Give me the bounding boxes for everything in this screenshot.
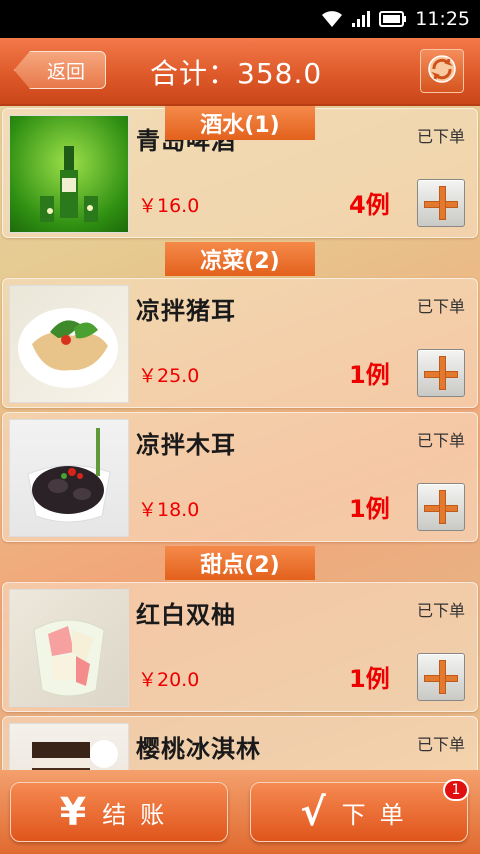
ordered-status: 已下单 [416, 431, 465, 450]
ordered-status: 已下单 [416, 601, 465, 620]
item-quantity: 1例 [349, 495, 390, 523]
checkout-button[interactable]: ¥ 结账 [10, 782, 228, 842]
list-item[interactable]: 红白双柚 已下单 ￥20.0 1例 [2, 582, 478, 712]
item-price: ￥25.0 [138, 365, 200, 387]
bottom-action-bar: ¥ 结账 √ 下单 1 [0, 770, 480, 854]
battery-icon [379, 10, 407, 28]
ordered-status: 已下单 [416, 735, 465, 754]
item-name: 樱桃冰淇林 [136, 735, 261, 763]
category-header-drinks: 酒水(1) [165, 106, 315, 140]
add-quantity-button[interactable] [417, 483, 465, 531]
place-order-label: 下单 [341, 800, 418, 829]
add-quantity-button[interactable] [417, 179, 465, 227]
order-list[interactable]: 青岛啤酒 已下单 ￥16.0 4例 酒水(1) 凉菜(2) 凉拌猪耳 已下单 ￥… [0, 106, 480, 770]
back-button[interactable]: 返回 [14, 51, 106, 89]
checkmark-icon: √ [300, 790, 326, 834]
header-bar: 返回 合计：358.0 [0, 38, 480, 106]
item-name: 红白双柚 [136, 601, 236, 629]
wifi-icon [321, 10, 343, 28]
add-quantity-button[interactable] [417, 349, 465, 397]
item-price: ￥16.0 [138, 195, 200, 217]
place-order-button[interactable]: √ 下单 1 [250, 779, 469, 842]
yen-icon: ¥ [59, 790, 87, 834]
ordered-status: 已下单 [416, 127, 465, 146]
checkout-label: 结账 [102, 800, 179, 829]
item-image-beer [9, 115, 129, 233]
item-image-pork-ear [9, 285, 129, 403]
item-price: ￥20.0 [138, 669, 200, 691]
item-name: 凉拌猪耳 [136, 297, 236, 325]
ordered-status: 已下单 [416, 297, 465, 316]
item-name: 凉拌木耳 [136, 431, 236, 459]
item-quantity: 1例 [349, 361, 390, 389]
signal-icon [351, 10, 371, 28]
list-item[interactable]: 凉拌木耳 已下单 ￥18.0 1例 [2, 412, 478, 542]
item-quantity: 1例 [349, 665, 390, 693]
item-image-cherry-ice-cream [9, 723, 129, 770]
item-price: ￥18.0 [138, 499, 200, 521]
list-item[interactable]: 樱桃冰淇林 已下单 [2, 716, 478, 770]
item-quantity: 4例 [349, 191, 390, 219]
refresh-button[interactable] [420, 49, 464, 93]
total-title: 合计：358.0 [150, 57, 323, 90]
item-image-wood-ear [9, 419, 129, 537]
refresh-icon [426, 53, 458, 89]
item-image-grapefruit [9, 589, 129, 707]
add-quantity-button[interactable] [417, 653, 465, 701]
status-bar: 11:25 [0, 0, 480, 38]
category-header-cold-dishes: 凉菜(2) [165, 242, 315, 276]
category-header-desserts: 甜点(2) [165, 546, 315, 580]
order-count-badge: 1 [443, 779, 469, 801]
status-time: 11:25 [415, 8, 470, 30]
list-item[interactable]: 凉拌猪耳 已下单 ￥25.0 1例 [2, 278, 478, 408]
